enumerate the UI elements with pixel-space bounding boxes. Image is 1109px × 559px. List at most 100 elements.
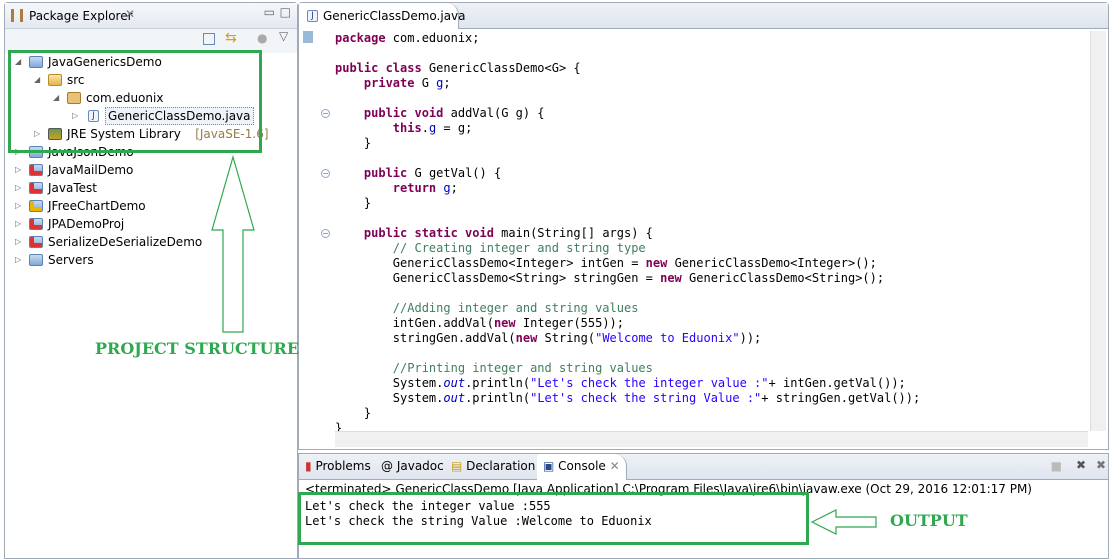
collapsed-arrow-icon[interactable]: ▷	[15, 233, 25, 251]
maximize-icon[interactable]: □	[280, 5, 291, 19]
code-token: G	[414, 76, 437, 90]
problems-icon: ▮	[305, 459, 312, 473]
horizontal-scrollbar[interactable]	[335, 431, 1088, 447]
code-line: System.out.println("Let's check the inte…	[335, 376, 906, 391]
code-line: //Adding integer and string values	[335, 301, 639, 316]
collapse-all-icon[interactable]	[203, 33, 215, 45]
code-token: //Adding integer and string values	[392, 301, 639, 315]
editor-tab[interactable]: J GenericClassDemo.java	[299, 3, 466, 29]
vertical-scrollbar[interactable]	[1090, 31, 1106, 431]
tab-problems[interactable]: ▮ Problems	[305, 459, 371, 473]
code-line: }	[335, 406, 371, 421]
code-token: intGen.addVal(	[335, 316, 494, 330]
close-icon[interactable]: ✕	[610, 459, 620, 473]
console-icon: ▣	[543, 459, 555, 473]
code-line: //Printing integer and string values	[335, 361, 653, 376]
remove-launch-icon[interactable]: ✖	[1076, 458, 1086, 472]
code-token: "Let's check the string Value :"	[530, 391, 762, 405]
project-error-icon	[29, 182, 43, 194]
code-token: package	[335, 31, 386, 45]
link-with-editor-icon[interactable]: ⇆	[225, 30, 237, 46]
code-token: + intGen.getVal());	[768, 376, 906, 390]
code-token: GenericClassDemo<Integer> intGen =	[335, 256, 646, 270]
output-label: OUTPUT	[890, 511, 968, 530]
code-token: public static void	[363, 226, 494, 240]
code-token: }	[335, 136, 372, 150]
minimize-icon[interactable]: ▭	[264, 5, 275, 19]
code-token: .	[421, 121, 429, 135]
code-token: this	[392, 121, 422, 135]
code-token: = g;	[436, 121, 473, 135]
code-token: .println(	[465, 376, 531, 390]
fold-collapse-icon[interactable]: −	[321, 169, 330, 178]
project-error-icon	[29, 218, 43, 230]
code-line: GenericClassDemo<Integer> intGen = new G…	[335, 256, 877, 271]
code-token: new	[493, 316, 516, 330]
tab-declaration[interactable]: ▤ Declaration	[451, 459, 535, 473]
code-line: GenericClassDemo<String> stringGen = new…	[335, 271, 884, 286]
tree-item-label: Servers	[48, 253, 94, 267]
code-token: System.	[335, 391, 444, 405]
code-token: out	[443, 376, 466, 390]
package-explorer-tab[interactable]: Package Explorer ✕ ▭ □	[5, 3, 297, 29]
code-token: out	[443, 391, 466, 405]
collapsed-arrow-icon[interactable]: ▷	[15, 179, 25, 197]
tree-item-label: SerializeDeSerializeDemo	[48, 235, 203, 249]
remove-all-icon[interactable]: ✖	[1096, 458, 1106, 472]
tab-console[interactable]: ▣ Console ✕	[537, 454, 627, 480]
tab-javadoc[interactable]: @ Javadoc	[381, 459, 444, 473]
code-token: GenericClassDemo<String>();	[681, 271, 885, 285]
code-token: G getVal() {	[407, 166, 502, 180]
editor-tab-label: GenericClassDemo.java	[323, 9, 466, 23]
code-token: public	[363, 166, 408, 180]
code-token: String(	[537, 331, 596, 345]
code-line: public G getVal() {	[335, 166, 501, 181]
left-arrow-annotation	[810, 509, 877, 535]
javadoc-icon: @	[381, 459, 393, 473]
code-token: g	[443, 181, 451, 195]
up-arrow-annotation	[211, 155, 255, 333]
view-menu-icon[interactable]: ▽	[279, 29, 288, 43]
code-token: ;	[443, 76, 451, 90]
collapsed-arrow-icon[interactable]: ▷	[15, 161, 25, 179]
tab-label: Package Explorer	[29, 9, 133, 23]
code-token: new	[515, 331, 538, 345]
code-token: Integer(555));	[515, 316, 625, 330]
code-token: new	[645, 256, 668, 270]
code-line: public static void main(String[] args) {	[335, 226, 653, 241]
collapsed-arrow-icon[interactable]: ▷	[15, 215, 25, 233]
code-line: stringGen.addVal(new String("Welcome to …	[335, 331, 762, 346]
marker-icon	[303, 31, 313, 43]
collapsed-arrow-icon[interactable]: ▷	[15, 197, 25, 215]
code-line: this.g = g;	[335, 121, 473, 136]
code-line: }	[335, 136, 371, 151]
code-token: GenericClassDemo<String> stringGen =	[335, 271, 661, 285]
tree-item-label: JFreeChartDemo	[48, 199, 146, 213]
tree-item-label: JPADemoProj	[48, 217, 125, 231]
project-structure-label: PROJECT STRUCTURE	[95, 339, 300, 358]
code-token: ;	[450, 181, 458, 195]
code-line: // Creating integer and string type	[335, 241, 646, 256]
collapsed-arrow-icon[interactable]: ▷	[15, 251, 25, 269]
close-icon[interactable]: ✕	[125, 7, 135, 21]
fold-collapse-icon[interactable]: −	[321, 229, 330, 238]
code-token: }	[335, 196, 372, 210]
code-token: new	[660, 271, 682, 285]
package-explorer-icon	[11, 9, 23, 22]
code-token: .println(	[465, 391, 531, 405]
code-token: main(String[] args) {	[493, 226, 653, 240]
terminate-icon[interactable]: ■	[1051, 459, 1062, 473]
code-token: + stringGen.getVal());	[761, 391, 921, 405]
view-menu-extra-icon[interactable]: ●	[257, 31, 267, 45]
code-token: addVal(G g) {	[443, 106, 545, 120]
fold-collapse-icon[interactable]: −	[321, 109, 330, 118]
java-file-icon: J	[307, 10, 318, 22]
